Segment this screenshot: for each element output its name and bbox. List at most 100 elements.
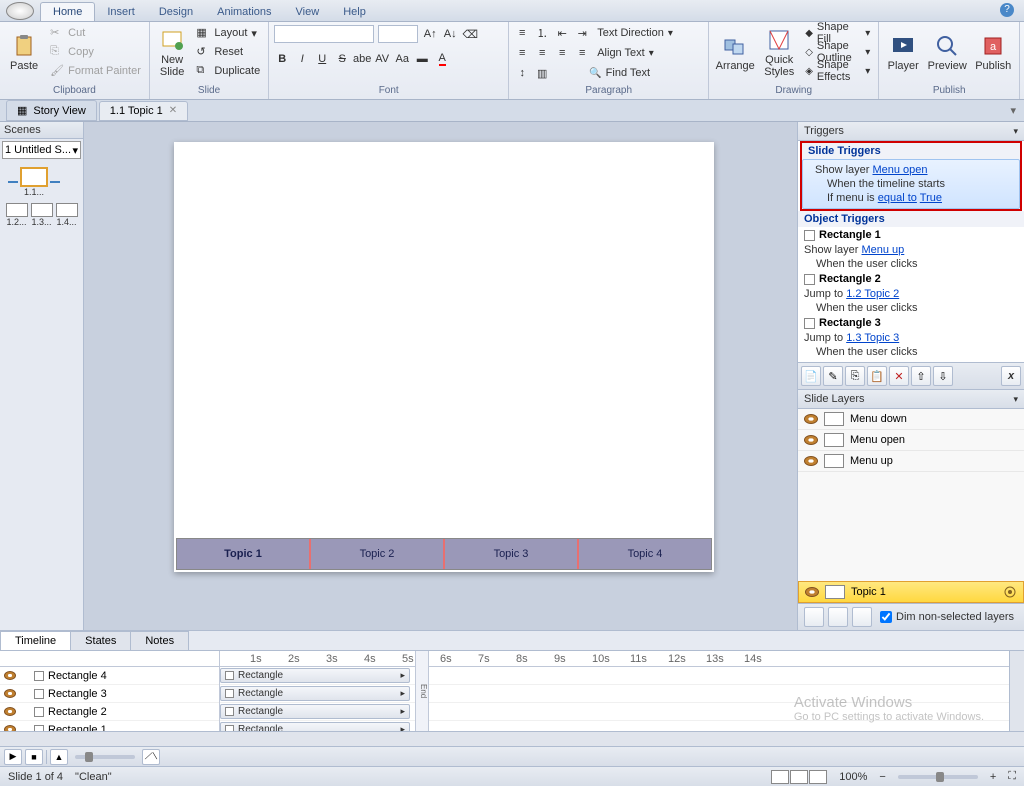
tab-design[interactable]: Design (147, 3, 205, 21)
timeline-end-marker[interactable]: End (415, 651, 429, 731)
topic-cell-4[interactable]: Topic 4 (579, 539, 711, 569)
layer-row[interactable]: Menu open (798, 430, 1024, 451)
timeline-object-row[interactable]: Rectangle 2 (0, 703, 219, 721)
topic-cell-3[interactable]: Topic 3 (445, 539, 579, 569)
zoom-out-button[interactable]: ▲ (50, 749, 68, 765)
help-icon[interactable]: ? (1000, 3, 1014, 17)
fit-button[interactable]: ⛶ (1008, 770, 1016, 783)
indent-button[interactable]: ⇥ (573, 24, 591, 42)
tab-overflow-icon[interactable]: ▾ (1010, 104, 1024, 117)
trigger-object-header[interactable]: Rectangle 3 (798, 315, 1024, 331)
cut-button[interactable]: ✂Cut (46, 24, 145, 42)
duplicate-layer-button[interactable] (828, 607, 848, 627)
trigger-cond-link[interactable]: equal to (878, 192, 917, 204)
font-size-combo[interactable] (378, 25, 418, 43)
eye-icon[interactable] (804, 435, 818, 445)
trigger-val-link[interactable]: True (920, 192, 942, 204)
timeline-tracks[interactable]: 1s2s3s4s5s6s7s8s9s10s11s12s13s14s Rectan… (220, 651, 1009, 731)
stop-button[interactable]: ■ (25, 749, 43, 765)
bold-button[interactable]: B (273, 50, 291, 68)
slide[interactable]: Topic 1 Topic 2 Topic 3 Topic 4 (174, 142, 714, 572)
move-up-button[interactable]: ⇧ (911, 366, 931, 386)
scene-thumb[interactable] (31, 203, 53, 217)
underline-button[interactable]: U (313, 50, 331, 68)
new-layer-button[interactable] (804, 607, 824, 627)
tab-states[interactable]: States (70, 631, 131, 650)
tab-view[interactable]: View (284, 3, 332, 21)
align-center-button[interactable]: ≡ (533, 44, 551, 62)
topic-cell-1[interactable]: Topic 1 (177, 539, 311, 569)
spacing-button[interactable]: AV (373, 50, 391, 68)
scenes-combo[interactable]: 1 Untitled S...▾ (2, 141, 81, 159)
copy-trigger-button[interactable]: ⎘ (845, 366, 865, 386)
zoom-in-button[interactable]: ⟋⟍ (142, 749, 160, 765)
font-color-button[interactable]: A (433, 50, 451, 68)
play-button[interactable]: ▶ (4, 749, 22, 765)
publish-button[interactable]: a Publish (971, 24, 1015, 82)
arrange-button[interactable]: Arrange (713, 24, 757, 82)
view-buttons[interactable] (771, 770, 827, 784)
zoom-label[interactable]: 100% (839, 771, 867, 783)
trigger-item[interactable]: Jump to 1.2 Topic 2 (798, 287, 1024, 301)
trigger-target-link[interactable]: Menu open (872, 164, 927, 176)
layer-row[interactable]: Menu down (798, 409, 1024, 430)
zoom-slider[interactable] (898, 775, 978, 779)
case-button[interactable]: Aa (393, 50, 411, 68)
slide-canvas[interactable]: Topic 1 Topic 2 Topic 3 Topic 4 (84, 122, 797, 630)
align-text-button[interactable]: Align Text ▾ (593, 44, 658, 62)
eye-icon[interactable] (805, 587, 819, 597)
font-family-combo[interactable] (274, 25, 374, 43)
triggers-header[interactable]: Triggers▾ (798, 122, 1024, 141)
outdent-button[interactable]: ⇤ (553, 24, 571, 42)
tab-slide[interactable]: 1.1 Topic 1✕ (99, 101, 188, 121)
tab-home[interactable]: Home (40, 2, 95, 21)
shadow-button[interactable]: abe (353, 50, 371, 68)
columns-button[interactable]: ▥ (533, 64, 551, 82)
italic-button[interactable]: I (293, 50, 311, 68)
format-painter-button[interactable]: 🖌Format Painter (46, 62, 145, 80)
scene-thumb[interactable] (6, 203, 28, 217)
numbering-button[interactable]: ⒈ (533, 24, 551, 42)
move-down-button[interactable]: ⇩ (933, 366, 953, 386)
quick-styles-button[interactable]: Quick Styles (759, 24, 799, 82)
bullets-button[interactable]: ≡ (513, 24, 531, 42)
strike-button[interactable]: S (333, 50, 351, 68)
tab-notes[interactable]: Notes (130, 631, 189, 650)
highlight-button[interactable]: ▬ (413, 50, 431, 68)
tab-help[interactable]: Help (331, 3, 378, 21)
shape-effects-button[interactable]: ◈ Shape Effects ▾ (801, 62, 874, 80)
new-trigger-button[interactable]: 📄 (801, 366, 821, 386)
find-text-button[interactable]: 🔍 Find Text (585, 64, 654, 82)
trigger-object-header[interactable]: Rectangle 1 (798, 227, 1024, 243)
text-direction-button[interactable]: Text Direction ▾ (593, 24, 677, 42)
justify-button[interactable]: ≡ (573, 44, 591, 62)
zoom-out-icon[interactable]: − (879, 771, 885, 783)
timeline-hscroll[interactable] (0, 731, 1024, 746)
zoom-in-icon[interactable]: + (990, 771, 996, 783)
timeline-track[interactable]: Rectangle▸ (220, 667, 1009, 685)
trigger-selected[interactable]: Show layer Menu open When the timeline s… (802, 159, 1020, 209)
shrink-font-button[interactable]: A↓ (441, 25, 459, 43)
app-menu-orb[interactable] (6, 2, 34, 20)
base-layer-row[interactable]: Topic 1 (798, 581, 1024, 603)
scene-thumb[interactable] (56, 203, 78, 217)
scene-thumb-selected[interactable] (20, 167, 48, 187)
delete-layer-button[interactable] (852, 607, 872, 627)
paste-button[interactable]: Paste (4, 24, 44, 82)
trigger-item[interactable]: Jump to 1.3 Topic 3 (798, 331, 1024, 345)
align-left-button[interactable]: ≡ (513, 44, 531, 62)
timeline-vscroll[interactable] (1009, 651, 1024, 731)
trigger-item[interactable]: Show layer Menu up (798, 243, 1024, 257)
timeline-track[interactable]: Rectangle▸ (220, 685, 1009, 703)
layer-row[interactable]: Menu up (798, 451, 1024, 472)
timeline-object-row[interactable]: Rectangle 3 (0, 685, 219, 703)
timeline-ruler[interactable]: 1s2s3s4s5s6s7s8s9s10s11s12s13s14s (220, 651, 1009, 667)
slide-layers-header[interactable]: Slide Layers▾ (798, 390, 1024, 409)
close-tab-icon[interactable]: ✕ (169, 105, 177, 116)
preview-button[interactable]: Preview (925, 24, 969, 82)
align-right-button[interactable]: ≡ (553, 44, 571, 62)
timeline-object-row[interactable]: Rectangle 1 (0, 721, 219, 731)
eye-icon[interactable] (804, 456, 818, 466)
trigger-object-header[interactable]: Rectangle 2 (798, 271, 1024, 287)
duplicate-button[interactable]: ⧉Duplicate (192, 62, 264, 80)
